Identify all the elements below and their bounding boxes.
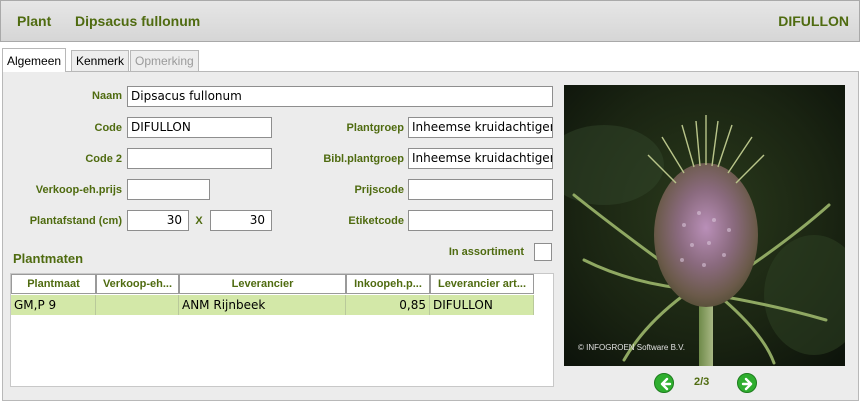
- cell-plantmaat: GM,P 9: [11, 295, 96, 315]
- plant-code-title: DIFULLON: [778, 13, 849, 29]
- code-field[interactable]: DIFULLON: [127, 117, 272, 138]
- bibl-plantgroep-field[interactable]: Inheemse kruidachtiger: [408, 148, 553, 169]
- col-plantmaat[interactable]: Plantmaat: [11, 274, 96, 294]
- plantmaten-table: Plantmaat Verkoop-eh... Leverancier Inko…: [10, 273, 554, 387]
- verkoop-prijs-field[interactable]: [127, 179, 210, 200]
- code2-field[interactable]: [127, 148, 272, 169]
- plantafstand-field-1[interactable]: 30: [127, 210, 189, 231]
- cell-leverancier: ANM Rijnbeek: [179, 295, 346, 315]
- etiketcode-field[interactable]: [408, 210, 553, 231]
- table-row[interactable]: GM,P 9 ANM Rijnbeek 0,85 DIFULLON: [11, 295, 534, 315]
- arrow-left-circle-icon[interactable]: [654, 373, 674, 393]
- cell-inkoop: 0,85: [346, 295, 430, 315]
- tab-opmerking[interactable]: Opmerking: [130, 50, 199, 71]
- bibl-plantgroep-label: Bibl.plantgroep: [323, 153, 404, 165]
- cell-verkoop: [96, 295, 179, 315]
- plant-name-title: Dipsacus fullonum: [75, 13, 201, 29]
- tab-algemeen[interactable]: Algemeen: [2, 48, 67, 72]
- assortiment-label: In assortiment: [448, 246, 524, 258]
- plantgroep-field[interactable]: Inheemse kruidachtiger: [408, 117, 553, 138]
- arrow-right-circle-icon[interactable]: [737, 373, 757, 393]
- prijscode-field[interactable]: [408, 179, 553, 200]
- section-label: Plant: [17, 13, 52, 29]
- etiketcode-label: Etiketcode: [348, 215, 404, 227]
- table-header: Plantmaat Verkoop-eh... Leverancier Inko…: [11, 274, 534, 294]
- col-leverancier-art[interactable]: Leverancier art...: [430, 274, 534, 294]
- code-label: Code: [94, 122, 123, 134]
- plantafstand-field-2[interactable]: 30: [210, 210, 272, 231]
- teasel-image: [564, 85, 845, 366]
- photo-copyright: © INFOGROEN Software B.V.: [578, 343, 685, 352]
- plantafstand-label: Plantafstand (cm): [29, 215, 122, 227]
- col-leverancier[interactable]: Leverancier: [179, 274, 346, 294]
- naam-label: Naam: [92, 90, 122, 102]
- verkoop-prijs-label: Verkoop-eh.prijs: [35, 184, 122, 196]
- assortiment-checkbox[interactable]: [534, 243, 552, 261]
- plantgroep-label: Plantgroep: [346, 122, 404, 134]
- naam-field[interactable]: Dipsacus fullonum: [127, 86, 553, 107]
- tab-kenmerk[interactable]: Kenmerk: [71, 50, 130, 71]
- plant-photo: © INFOGROEN Software B.V.: [564, 85, 845, 366]
- photo-page-indicator: 2/3: [694, 376, 710, 388]
- code2-label: Code 2: [85, 153, 122, 165]
- plantmaten-title: Plantmaten: [13, 251, 84, 266]
- cell-leverancier-art: DIFULLON: [430, 295, 534, 315]
- title-bar: Plant Dipsacus fullonum DIFULLON: [0, 0, 860, 42]
- prijscode-label: Prijscode: [354, 184, 404, 196]
- plantafstand-separator: X: [195, 215, 203, 227]
- col-inkoop[interactable]: Inkoopeh.p...: [346, 274, 430, 294]
- col-verkoop[interactable]: Verkoop-eh...: [96, 274, 179, 294]
